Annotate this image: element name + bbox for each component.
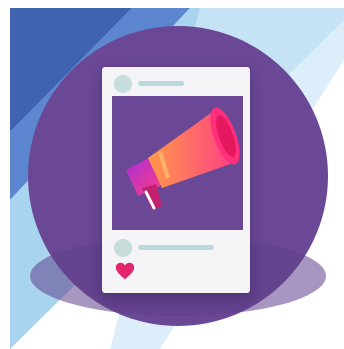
caption-placeholder: [138, 245, 214, 250]
heart-icon: [115, 262, 135, 280]
avatar-placeholder-top: [114, 75, 132, 93]
post-photo: [112, 96, 243, 230]
avatar-placeholder-bottom: [114, 239, 132, 257]
social-post-illustration: [0, 0, 344, 349]
megaphone-icon: [126, 107, 240, 210]
post-card: [102, 67, 250, 293]
username-placeholder-top: [138, 81, 184, 86]
